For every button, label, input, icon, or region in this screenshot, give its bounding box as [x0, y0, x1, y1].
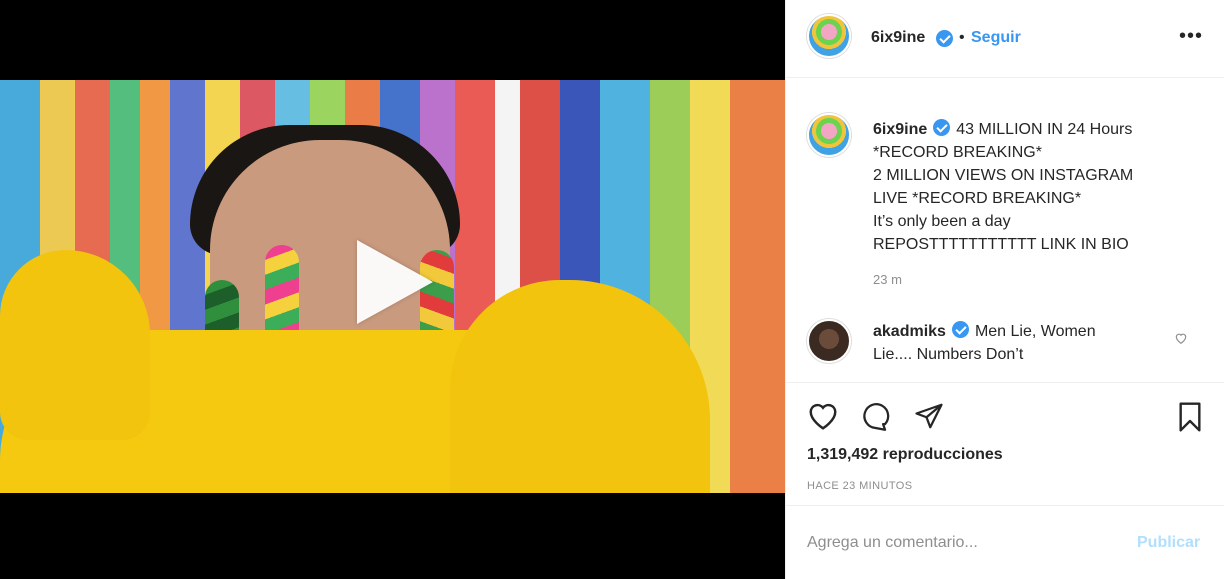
caption-line: 43 MILLION IN 24 Hours — [956, 121, 1133, 138]
publish-button[interactable]: Publicar — [1137, 534, 1200, 552]
avatar[interactable] — [807, 113, 851, 157]
play-icon[interactable] — [357, 240, 433, 324]
post-side-panel: 6ix9ine • Seguir ••• 6ix9ine 43 MILLION I… — [785, 0, 1224, 579]
comment-bubble-icon[interactable] — [859, 401, 891, 436]
caption-line: *RECORD BREAKING* — [873, 144, 1042, 161]
video-subject-arm — [0, 250, 150, 440]
avatar[interactable] — [807, 14, 851, 58]
caption-username[interactable]: 6ix9ine — [873, 121, 927, 138]
comment-input[interactable] — [807, 531, 1127, 555]
verified-badge-icon — [951, 321, 969, 338]
verified-badge-icon — [933, 119, 951, 136]
caption-line: 2 MILLION VIEWS ON INSTAGRAM — [873, 167, 1134, 184]
comment-text: akadmiks Men Lie, Women Lie.... Numbers D… — [873, 320, 1158, 366]
caption-line: LIVE *RECORD BREAKING* — [873, 190, 1082, 207]
video-player[interactable] — [0, 0, 785, 579]
comment-item: akadmiks Men Lie, Women Lie.... Numbers D… — [786, 303, 1224, 383]
verified-badge-icon — [936, 30, 953, 47]
avatar[interactable] — [807, 319, 851, 363]
caption-timestamp[interactable]: 23 m — [873, 272, 902, 287]
more-options-icon[interactable]: ••• — [1179, 26, 1203, 46]
comment-line: Lie.... Numbers Don’t — [873, 346, 1024, 363]
like-comment-heart-icon[interactable] — [1174, 331, 1188, 350]
post-header: 6ix9ine • Seguir ••• — [786, 0, 1224, 78]
follow-button[interactable]: Seguir — [971, 29, 1021, 47]
add-comment-form: Publicar — [786, 507, 1224, 579]
post-timestamp[interactable]: HACE 23 MINUTOS — [807, 480, 912, 492]
caption-text: 6ix9ine 43 MILLION IN 24 Hours *RECORD BR… — [873, 118, 1173, 256]
header-username[interactable]: 6ix9ine — [871, 29, 925, 47]
comment-line: Men Lie, Women — [974, 323, 1096, 340]
post-actions: 1,319,492 reproducciones HACE 23 MINUTOS — [786, 384, 1224, 506]
share-paper-plane-icon[interactable] — [913, 401, 945, 436]
separator: • — [959, 29, 965, 46]
caption-line: REPOSTTTTTTTTTTT LINK IN BIO — [873, 236, 1129, 253]
comment-username[interactable]: akadmiks — [873, 323, 946, 340]
caption-line: It’s only been a day — [873, 213, 1011, 230]
like-heart-icon[interactable] — [806, 401, 840, 436]
view-count[interactable]: 1,319,492 reproducciones — [807, 446, 1003, 464]
save-bookmark-icon[interactable] — [1175, 401, 1205, 438]
post-caption: 6ix9ine 43 MILLION IN 24 Hours *RECORD BR… — [786, 79, 1224, 303]
